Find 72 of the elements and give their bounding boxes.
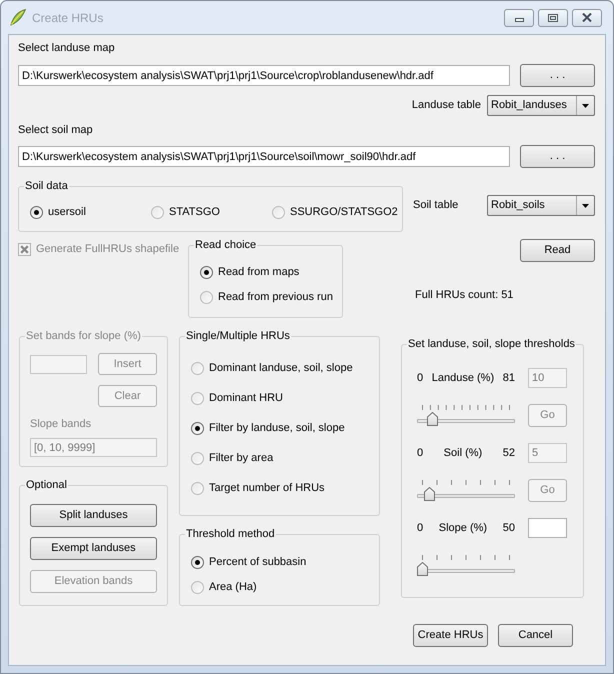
radio-icon[interactable] bbox=[191, 422, 204, 434]
slider-track[interactable] bbox=[417, 562, 515, 576]
browse-button[interactable]: . . . bbox=[520, 145, 595, 168]
field-label: Soil table bbox=[413, 198, 458, 214]
radio-icon[interactable] bbox=[191, 482, 204, 494]
range-max-label: 81 bbox=[502, 370, 515, 386]
group-title: Set landuse, soil, slope thresholds bbox=[407, 337, 576, 351]
radio-option[interactable]: STATSGO bbox=[151, 204, 220, 220]
range-min-label: 0 bbox=[417, 520, 424, 536]
cancel-button[interactable]: Cancel bbox=[498, 624, 573, 647]
maximize-button[interactable] bbox=[538, 8, 568, 26]
radio-icon[interactable] bbox=[191, 580, 204, 594]
radio-icon[interactable] bbox=[30, 206, 43, 218]
group-title: Single/Multiple HRUs bbox=[185, 329, 291, 343]
caret-down-icon bbox=[582, 204, 589, 208]
threshold-label: Landuse (%) bbox=[432, 370, 494, 386]
slider-track[interactable] bbox=[417, 412, 515, 426]
action-button[interactable]: Exempt landuses bbox=[30, 537, 157, 560]
file-path-field[interactable]: D:\Kurswerk\ecosystem analysis\SWAT\prj1\prj1\Source\soil\mowr_soil90\hdr.adf bbox=[18, 146, 510, 167]
radio-option[interactable]: usersoil bbox=[30, 204, 86, 220]
radio-option[interactable]: Filter by landuse, soil, slope bbox=[191, 420, 345, 436]
threshold-field[interactable] bbox=[528, 518, 567, 538]
field-label: Select soil map bbox=[18, 123, 93, 138]
group-title: Read choice bbox=[194, 238, 258, 252]
close-button[interactable] bbox=[572, 8, 602, 26]
caret-down-icon bbox=[582, 104, 589, 108]
range-min-label: 0 bbox=[417, 370, 424, 386]
radio-option[interactable]: Dominant landuse, soil, slope bbox=[191, 360, 353, 376]
range-max-label: 52 bbox=[502, 446, 515, 461]
radio-option[interactable]: Percent of subbasin bbox=[191, 554, 306, 570]
radio-option[interactable]: Read from maps bbox=[200, 264, 300, 280]
radio-option[interactable]: Dominant HRU bbox=[191, 390, 283, 406]
field-label: Select landuse map bbox=[18, 41, 115, 56]
minimize-icon bbox=[514, 18, 524, 22]
threshold-label: Slope (%) bbox=[438, 520, 488, 536]
group-title: Set bands for slope (%) bbox=[25, 329, 142, 343]
range-max-label: 50 bbox=[502, 520, 515, 536]
radio-option[interactable]: Filter by area bbox=[191, 450, 274, 466]
radio-icon[interactable] bbox=[151, 206, 164, 218]
group-title: Optional bbox=[25, 478, 68, 492]
radio-option[interactable]: SSURGO/STATSGO2 bbox=[272, 204, 398, 220]
radio-icon[interactable] bbox=[191, 362, 204, 374]
radio-icon[interactable] bbox=[191, 392, 204, 404]
hru-count-text: Full HRUs count: 51 bbox=[415, 288, 514, 303]
group-title: Soil data bbox=[24, 179, 69, 193]
threshold-label: Soil (%) bbox=[444, 446, 482, 461]
minimize-button[interactable] bbox=[504, 8, 534, 26]
radio-icon[interactable] bbox=[200, 266, 213, 278]
radio-option[interactable]: Area (Ha) bbox=[191, 579, 257, 595]
browse-button[interactable]: . . . bbox=[520, 64, 595, 87]
table-dropdown[interactable]: Robit_landuses bbox=[487, 95, 595, 116]
field-label: Landuse table bbox=[412, 98, 481, 114]
radio-option[interactable]: Read from previous run bbox=[200, 289, 333, 305]
radio-icon[interactable] bbox=[191, 452, 204, 464]
range-min-label: 0 bbox=[417, 446, 424, 461]
file-path-field[interactable]: D:\Kurswerk\ecosystem analysis\SWAT\prj1\prj1\Source\crop\roblandusenew\hdr.adf bbox=[18, 65, 510, 86]
slider-track[interactable] bbox=[417, 487, 515, 501]
leaf-icon bbox=[10, 9, 26, 26]
radio-icon[interactable] bbox=[200, 290, 213, 304]
radio-option[interactable]: Target number of HRUs bbox=[191, 480, 325, 496]
maximize-icon bbox=[548, 14, 558, 22]
action-button[interactable]: Split landuses bbox=[30, 504, 157, 527]
read-button[interactable]: Read bbox=[520, 239, 595, 262]
table-dropdown[interactable]: Robit_soils bbox=[487, 195, 595, 216]
field-label: Slope bands bbox=[30, 417, 92, 432]
group-title: Threshold method bbox=[185, 527, 276, 541]
slider-thumb[interactable] bbox=[417, 562, 428, 576]
radio-icon[interactable] bbox=[272, 206, 285, 218]
close-icon bbox=[582, 13, 592, 22]
window-title: Create HRUs bbox=[32, 10, 104, 26]
radio-icon[interactable] bbox=[191, 556, 204, 568]
create-hrus-button[interactable]: Create HRUs bbox=[413, 624, 488, 647]
